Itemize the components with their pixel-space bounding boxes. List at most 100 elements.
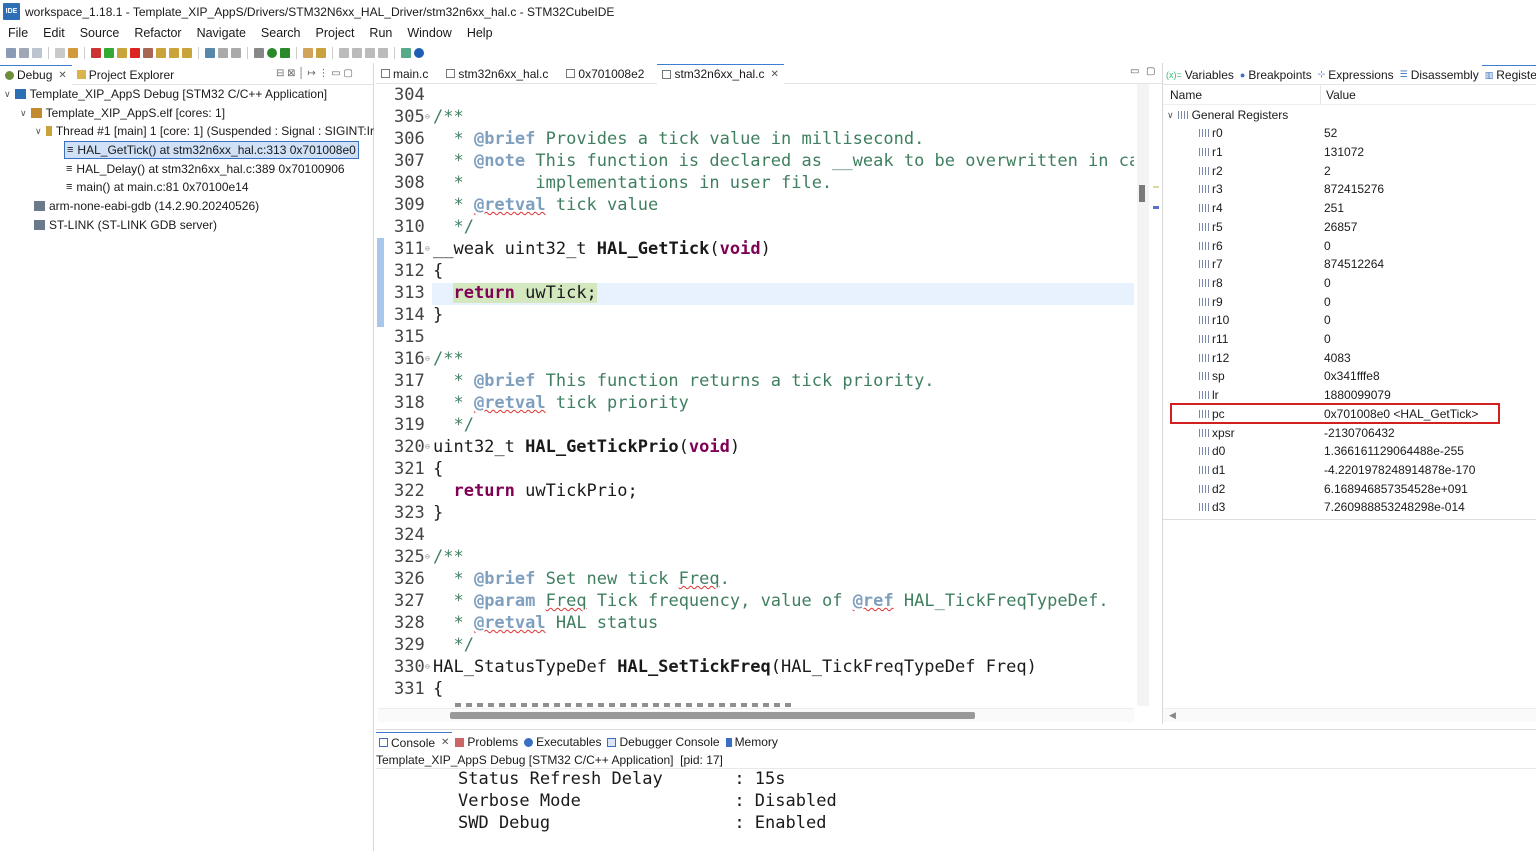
close-icon[interactable]: ✕ [58, 70, 66, 81]
register-row-d0[interactable]: d0 1.366161129064488e-255 [1166, 442, 1536, 461]
fold-toggle-icon[interactable]: ⊖ [425, 238, 430, 260]
register-value[interactable]: 1880099079 [1324, 388, 1391, 402]
code-line[interactable]: 314} [378, 304, 1134, 326]
restart-icon[interactable] [231, 48, 241, 58]
column-header-value[interactable]: Value [1326, 88, 1356, 102]
view-menu-icon[interactable]: ⊟ ⊠ │ ↦ ⋮ ▭ ▢ [276, 68, 353, 79]
next-annotation-icon[interactable] [339, 48, 349, 58]
code-line[interactable]: 329 */ [378, 634, 1134, 656]
register-value[interactable]: 4083 [1324, 351, 1351, 365]
menu-project[interactable]: Project [308, 26, 362, 40]
register-row-sp[interactable]: sp 0x341fffe8 [1166, 367, 1536, 386]
register-value[interactable]: -2130706432 [1324, 426, 1395, 440]
code-editor[interactable]: 304 305 ⊖/** 306 * @brief Provides a tick v… [378, 84, 1134, 706]
code-line[interactable]: 315 [378, 326, 1134, 348]
step-into-icon[interactable] [156, 48, 166, 58]
tab-disassembly-address[interactable]: 0x701008e2 [561, 64, 649, 84]
tab-variables[interactable]: (x)= Variables [1163, 65, 1237, 84]
code-line[interactable]: 328 * @retval HAL status [378, 612, 1134, 634]
code-line[interactable]: 330 ⊖ HAL_StatusTypeDef HAL_SetTickFreq(HA… [378, 656, 1134, 678]
register-row-r8[interactable]: r8 0 [1166, 274, 1536, 293]
code-line[interactable]: 305 ⊖/** [378, 106, 1134, 128]
register-value[interactable]: 872415276 [1324, 182, 1384, 196]
register-row-r10[interactable]: r10 0 [1166, 311, 1536, 330]
tree-row-stlink[interactable]: ST-LINK (ST-LINK GDB server) [34, 216, 217, 234]
menu-run[interactable]: Run [361, 26, 399, 40]
register-row-xpsr[interactable]: xpsr -2130706432 [1166, 423, 1536, 442]
menu-file[interactable]: File [0, 26, 35, 40]
menu-edit[interactable]: Edit [35, 26, 72, 40]
stack-frame-hal-delay[interactable]: ≡ HAL_Delay() at stm32n6xx_hal.c:389 0x7… [66, 160, 345, 178]
perspective-icon[interactable] [401, 48, 411, 58]
tab-memory[interactable]: Memory [723, 732, 781, 752]
tree-row-gdb[interactable]: arm-none-eabi-gdb (14.2.90.20240526) [34, 197, 259, 215]
step-over-icon[interactable] [169, 48, 179, 58]
register-value[interactable]: 7.260988853248298e-014 [1324, 500, 1465, 514]
code-line[interactable]: 316 ⊖/** [378, 348, 1134, 370]
chevron-down-icon[interactable]: ∨ [20, 108, 27, 119]
code-line[interactable]: 306 * @brief Provides a tick value in mi… [378, 128, 1134, 150]
register-group-row[interactable]: ∨ General Registers [1167, 106, 1288, 124]
code-line[interactable]: 310 */ [378, 216, 1134, 238]
fold-toggle-icon[interactable]: ⊖ [425, 656, 430, 678]
debug-icon[interactable] [280, 48, 290, 58]
debug-config-icon[interactable] [254, 48, 264, 58]
editor-vertical-scrollbar[interactable] [1137, 84, 1149, 706]
register-row-r1[interactable]: r1 131072 [1166, 143, 1536, 162]
code-line[interactable]: 321 { [378, 458, 1134, 480]
tab-stm32n6xx-hal-c-2[interactable]: stm32n6xx_hal.c ✕ [657, 63, 784, 84]
chevron-down-icon[interactable]: ∨ [35, 126, 42, 137]
terminate-relaunch-icon[interactable] [91, 48, 101, 58]
register-value[interactable]: 0x341fffe8 [1324, 369, 1380, 383]
tab-breakpoints[interactable]: ● Breakpoints [1237, 65, 1315, 84]
terminate-icon[interactable] [130, 48, 140, 58]
tab-expressions[interactable]: ⊹ Expressions [1315, 65, 1397, 84]
code-line[interactable]: 327 * @param Freq Tick frequency, value … [378, 590, 1134, 612]
register-value[interactable]: 6.168946857354528e+091 [1324, 482, 1468, 496]
save-all-icon[interactable] [32, 48, 42, 58]
register-row-d3[interactable]: d3 7.260988853248298e-014 [1166, 498, 1536, 517]
register-value[interactable]: 1.366161129064488e-255 [1324, 444, 1464, 458]
tab-stm32n6xx-hal-c-1[interactable]: stm32n6xx_hal.c [441, 64, 553, 84]
reset-icon[interactable] [218, 48, 228, 58]
code-line[interactable]: 313 return uwTick; [378, 282, 1134, 304]
code-line[interactable]: 331 { [378, 678, 1134, 700]
tab-main-c[interactable]: main.c [376, 64, 433, 84]
register-row-r2[interactable]: r2 2 [1166, 161, 1536, 180]
register-row-r9[interactable]: r9 0 [1166, 292, 1536, 311]
stack-frame-main[interactable]: ≡ main() at main.c:81 0x70100e14 [66, 178, 249, 196]
tree-row-thread[interactable]: ∨ Thread #1 [main] 1 [core: 1] (Suspende… [35, 122, 374, 140]
tree-row-launch[interactable]: ∨ Template_XIP_AppS Debug [STM32 C/C++ A… [4, 85, 327, 103]
chevron-down-icon[interactable]: ∨ [4, 89, 11, 100]
register-value[interactable]: 0 [1324, 295, 1331, 309]
register-value[interactable]: 0 [1324, 239, 1331, 253]
suspend-icon[interactable] [117, 48, 127, 58]
register-row-r3[interactable]: r3 872415276 [1166, 180, 1536, 199]
open-type-icon[interactable] [303, 48, 313, 58]
prev-annotation-icon[interactable] [352, 48, 362, 58]
stack-frame-hal-gettick[interactable]: ≡ HAL_GetTick() at stm32n6xx_hal.c:313 0… [64, 141, 359, 159]
register-value[interactable]: 0 [1324, 276, 1331, 290]
code-line[interactable]: 323} [378, 502, 1134, 524]
register-row-r12[interactable]: r12 4083 [1166, 348, 1536, 367]
tab-registers[interactable]: ▥ Registers [1481, 65, 1536, 84]
register-row-r6[interactable]: r6 0 [1166, 236, 1536, 255]
search-icon[interactable] [316, 48, 326, 58]
menu-search[interactable]: Search [253, 26, 308, 40]
step-return-icon[interactable] [182, 48, 192, 58]
back-icon[interactable] [365, 48, 375, 58]
save-icon[interactable] [19, 48, 29, 58]
build-icon[interactable] [68, 48, 78, 58]
register-value[interactable]: 251 [1324, 201, 1344, 215]
maximize-icon[interactable]: ▢ [1146, 66, 1155, 77]
code-line[interactable]: 307 * @note This function is declared as… [378, 150, 1134, 172]
column-divider[interactable] [1320, 85, 1321, 105]
tab-debugger-console[interactable]: Debugger Console [604, 732, 722, 752]
register-value[interactable]: 131072 [1324, 145, 1364, 159]
menu-window[interactable]: Window [399, 26, 458, 40]
tree-row-elf[interactable]: ∨ Template_XIP_AppS.elf [cores: 1] [20, 104, 225, 122]
register-value[interactable]: -4.2201978248914878e-170 [1324, 463, 1475, 477]
close-icon[interactable]: ✕ [441, 737, 449, 748]
register-row-r11[interactable]: r11 0 [1166, 330, 1536, 349]
chevron-down-icon[interactable]: ∨ [1167, 110, 1174, 121]
